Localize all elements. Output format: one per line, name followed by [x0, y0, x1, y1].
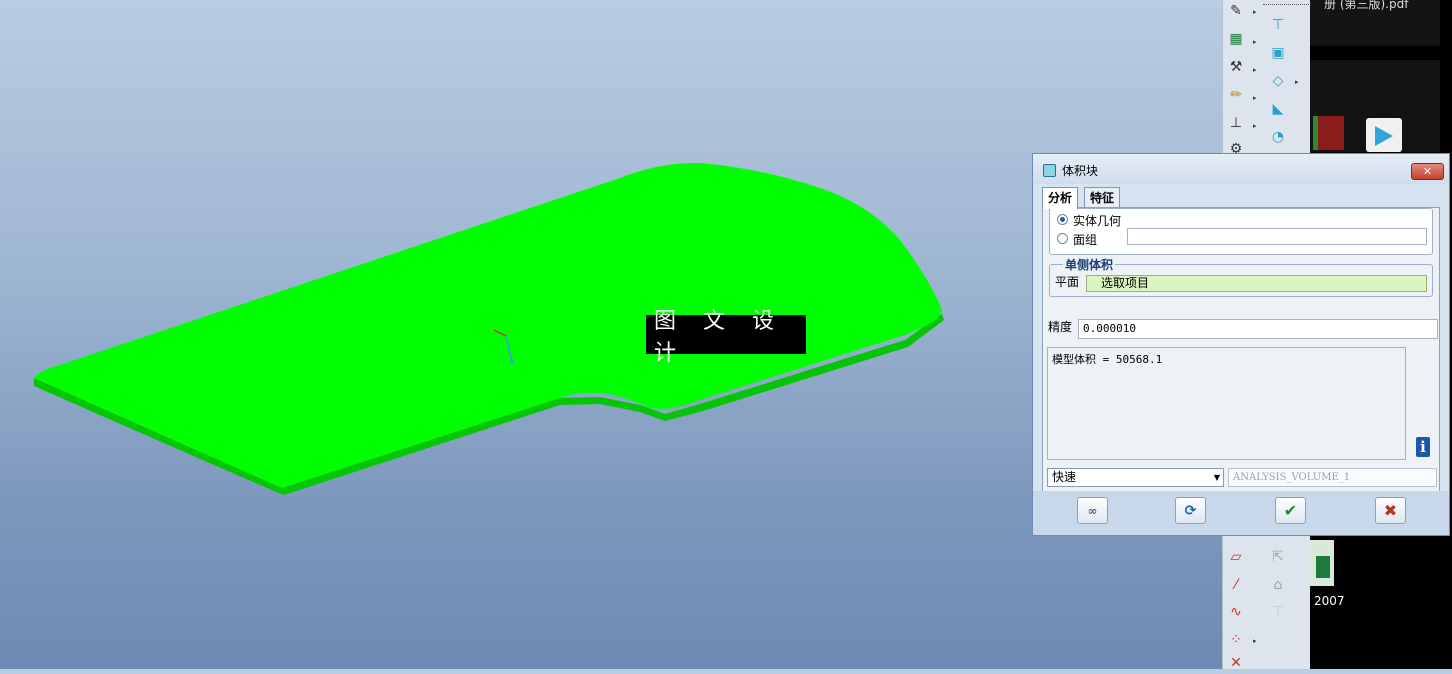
geometry-group: 实体几何 面组: [1049, 208, 1433, 255]
video-player-icon[interactable]: [1366, 118, 1402, 152]
shell-icon[interactable]: ▣: [1267, 42, 1289, 64]
quilt-radio[interactable]: [1057, 233, 1068, 244]
check-icon: ✔: [1283, 501, 1298, 520]
books-app-icon[interactable]: [1313, 116, 1344, 150]
cancel-button[interactable]: ✖: [1375, 497, 1406, 524]
glasses-icon: ∞: [1087, 503, 1098, 518]
revolve-icon: ⌂: [1273, 577, 1283, 593]
curve-icon[interactable]: ∿: [1225, 601, 1247, 623]
result-area[interactable]: 模型体积 = 50568.1: [1047, 347, 1406, 460]
tab-analysis[interactable]: 分析: [1042, 187, 1079, 209]
flyout-arrow-icon[interactable]: ▸: [1253, 637, 1257, 645]
flyout-arrow-icon[interactable]: ▸: [1253, 94, 1257, 102]
preview-button[interactable]: ∞: [1077, 497, 1108, 524]
pdf-file-label: 册 (第三版).pdf: [1324, 0, 1409, 11]
analysis-panel: 实体几何 面组 单侧体积 平面 选取项目 精度 0.000010 模型体积 = …: [1042, 207, 1440, 494]
dialog-close-button[interactable]: ✕: [1411, 163, 1444, 180]
flyout-arrow-icon[interactable]: ▸: [1253, 122, 1257, 130]
quilt-field[interactable]: [1127, 228, 1427, 245]
solid-geometry-radio[interactable]: [1057, 214, 1068, 225]
precision-label: 精度: [1048, 320, 1073, 334]
pin-icon[interactable]: ⊥: [1225, 112, 1247, 134]
pencil-icon[interactable]: ✏: [1225, 84, 1247, 106]
dialog-app-icon: [1043, 164, 1056, 177]
flyout-arrow-icon[interactable]: ▸: [1253, 66, 1257, 74]
desktop-icons-area: [1310, 60, 1440, 152]
tab-feature[interactable]: 特征: [1084, 187, 1121, 208]
one-side-volume-title: 单侧体积: [1063, 256, 1116, 273]
mode-select[interactable]: 快速 ▼: [1047, 468, 1224, 487]
mode-select-value: 快速: [1052, 470, 1077, 484]
ok-button[interactable]: ✔: [1275, 497, 1306, 524]
flyout-arrow-icon[interactable]: ▸: [1295, 78, 1299, 86]
volume-analysis-dialog: 体积块 ✕ 分析 特征 实体几何 面组 单侧体积 平面 选取项目 精度 0.00…: [1032, 153, 1450, 536]
info-icon[interactable]: i: [1416, 437, 1430, 457]
repeat-button[interactable]: ⟳: [1175, 497, 1206, 524]
plane-label: 平面: [1055, 275, 1080, 289]
datum-axis-line-icon[interactable]: ⁄: [1225, 574, 1247, 596]
datum-axis-icon[interactable]: ▦: [1225, 28, 1247, 50]
flyout-arrow-icon[interactable]: ▸: [1253, 38, 1257, 46]
round-icon[interactable]: ◔: [1267, 126, 1289, 148]
toolbar-separator: [1263, 0, 1309, 5]
one-side-volume-group: 单侧体积 平面 选取项目: [1049, 256, 1433, 297]
sweep-icon: ⊤: [1271, 604, 1285, 620]
analysis-name-field[interactable]: ANALYSIS_VOLUME_1: [1228, 468, 1437, 487]
extrude-icon: ⇱: [1272, 549, 1284, 565]
dialog-title-bar[interactable]: 体积块 ✕: [1033, 154, 1449, 184]
refresh-icon: ⟳: [1184, 502, 1197, 519]
chevron-down-icon: ▼: [1213, 473, 1220, 482]
rib-icon[interactable]: ⊤: [1267, 14, 1289, 36]
plane-collector[interactable]: 选取项目: [1086, 275, 1427, 292]
solid-geometry-label: 实体几何: [1073, 214, 1122, 228]
quilt-label: 面组: [1073, 233, 1098, 247]
coordinate-icon[interactable]: ✕: [1225, 652, 1247, 674]
precision-field[interactable]: 0.000010: [1078, 319, 1438, 339]
datum-point-icon[interactable]: ⁘: [1225, 629, 1247, 651]
flyout-arrow-icon[interactable]: ▸: [1253, 8, 1257, 16]
draft-icon[interactable]: ◇: [1267, 70, 1289, 92]
close-icon: ✖: [1383, 501, 1398, 520]
excel-app-icon[interactable]: [1310, 540, 1334, 586]
excel-icon-label: 2007: [1314, 594, 1345, 608]
hammer-icon[interactable]: ⚒: [1225, 56, 1247, 78]
watermark-banner: 图 文 设 计: [646, 309, 806, 366]
datum-plane-icon[interactable]: ▱: [1225, 546, 1247, 568]
sketch-icon[interactable]: ✎: [1225, 0, 1247, 22]
dialog-title: 体积块: [1062, 164, 1099, 178]
chamfer-icon[interactable]: ◣: [1267, 98, 1289, 120]
